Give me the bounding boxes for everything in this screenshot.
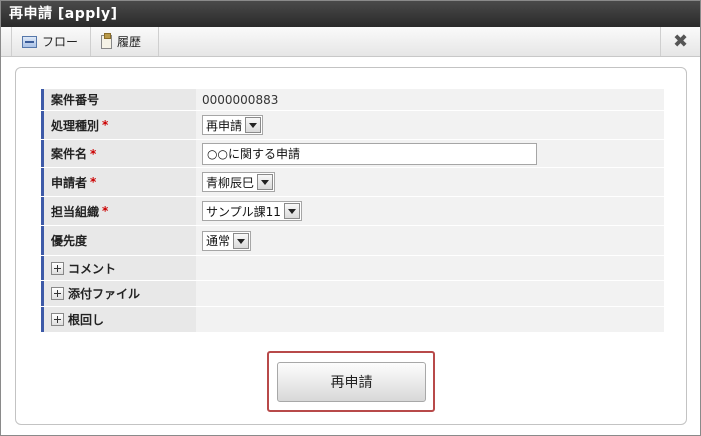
org-label: 担当組織 *: [41, 197, 196, 225]
window-title: 再申請 [apply]: [1, 1, 700, 27]
history-button-label: 履歴: [117, 35, 142, 49]
applicant-label: 申請者 *: [41, 168, 196, 196]
case-number-label: 案件番号: [41, 89, 196, 110]
required-mark: *: [102, 204, 109, 218]
row-applicant: 申請者 * 青柳辰巳: [41, 168, 664, 197]
chevron-down-icon: [233, 232, 250, 249]
priority-select[interactable]: 通常: [202, 230, 252, 251]
process-type-label: 処理種別 *: [41, 111, 196, 139]
row-attachments: 添付ファイル: [41, 281, 664, 307]
row-case-number: 案件番号 0000000883: [41, 89, 664, 111]
required-mark: *: [90, 175, 97, 189]
case-number-value: 0000000883: [202, 92, 279, 107]
required-mark: *: [90, 146, 97, 161]
chevron-down-icon: [245, 117, 262, 133]
case-name-input[interactable]: ○○に関する申請: [202, 142, 537, 165]
case-name-label: 案件名 *: [41, 140, 196, 167]
flow-button[interactable]: フロー: [11, 27, 91, 56]
reapply-button[interactable]: 再申請: [277, 362, 426, 402]
flow-icon: [22, 35, 37, 48]
row-priority: 優先度 通常: [41, 226, 664, 256]
attachments-toggle[interactable]: 添付ファイル: [41, 281, 196, 306]
org-select[interactable]: サンプル課11: [202, 201, 302, 221]
row-process-type: 処理種別 * 再申請: [41, 111, 664, 140]
plus-icon: [51, 261, 64, 275]
clipboard-icon: [101, 32, 112, 49]
row-org: 担当組織 * サンプル課11: [41, 197, 664, 226]
close-button[interactable]: ✖: [660, 27, 700, 56]
history-button[interactable]: 履歴: [91, 27, 159, 56]
apply-form: 案件番号 0000000883 処理種別 * 再申請 案件名 * ○○に関する申請 …: [41, 89, 664, 333]
required-mark: *: [102, 118, 109, 132]
toolbar: フロー 履歴 ✖: [1, 27, 700, 57]
row-nemawashi: 根回し: [41, 307, 664, 333]
chevron-down-icon: [283, 203, 300, 219]
row-comment: コメント: [41, 256, 664, 281]
process-type-select[interactable]: 再申請: [202, 115, 264, 135]
row-case-name: 案件名 * ○○に関する申請: [41, 140, 664, 168]
apply-window: 再申請 [apply] フロー 履歴 ✖ 案件番号 0000000883 処理種…: [0, 0, 701, 436]
chevron-down-icon: [257, 174, 274, 190]
comment-toggle[interactable]: コメント: [41, 256, 196, 280]
priority-label: 優先度: [41, 226, 196, 255]
plus-icon: [51, 287, 64, 300]
flow-button-label: フロー: [42, 35, 79, 49]
close-icon: ✖: [672, 31, 689, 52]
plus-icon: [51, 313, 64, 326]
applicant-select[interactable]: 青柳辰巳: [202, 172, 276, 192]
nemawashi-toggle[interactable]: 根回し: [41, 307, 196, 332]
